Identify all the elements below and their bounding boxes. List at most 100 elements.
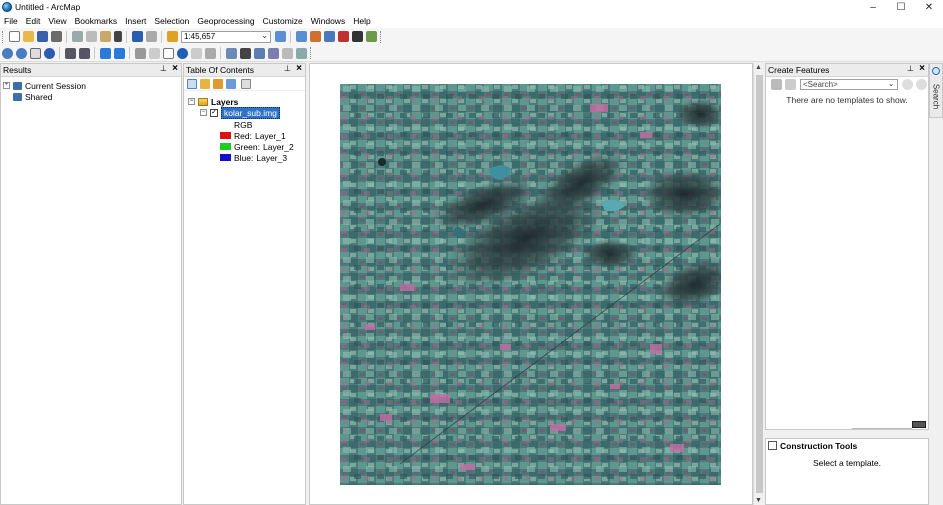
chevron-down-icon[interactable]: ⌄ [261, 31, 268, 40]
select-features-icon[interactable] [134, 47, 146, 59]
close-button[interactable]: ✕ [915, 0, 943, 14]
delete-icon[interactable] [113, 31, 122, 42]
map-display[interactable] [309, 63, 753, 505]
search-window-icon[interactable] [323, 31, 335, 42]
pin-icon[interactable]: ⊥ [160, 64, 167, 73]
menu-help[interactable]: Help [349, 16, 374, 26]
toc-options-icon[interactable] [241, 78, 251, 89]
view-mode-icon[interactable] [912, 421, 926, 428]
measure-icon[interactable] [225, 47, 237, 59]
forward-arrow-icon[interactable] [113, 47, 125, 59]
save-icon[interactable] [36, 31, 48, 42]
go-to-xy-icon[interactable] [267, 47, 279, 59]
undo-icon[interactable] [131, 31, 143, 42]
find-route-icon[interactable] [253, 47, 265, 59]
zoom-out-icon[interactable] [15, 47, 27, 59]
map-vertical-scrollbar[interactable]: ▲ ▼ [753, 63, 764, 505]
table-of-contents-icon[interactable] [295, 31, 307, 42]
search-side-tab[interactable]: Search [929, 63, 943, 118]
toc-band-red[interactable]: Red: Layer_1 [220, 130, 286, 141]
pan-icon[interactable] [29, 47, 41, 59]
menu-selection[interactable]: Selection [150, 16, 193, 26]
layer-name[interactable]: kolar_sub.img [221, 106, 280, 119]
toc-layers-group[interactable]: − Layers [188, 96, 238, 107]
full-extent-icon[interactable] [43, 47, 55, 59]
find-icon[interactable] [239, 47, 251, 59]
html-popup-icon[interactable] [190, 47, 202, 59]
list-by-drawing-order-icon[interactable] [187, 78, 197, 89]
pin-icon[interactable]: ⊥ [907, 64, 914, 73]
menu-file[interactable]: File [0, 16, 22, 26]
search-templates-icon[interactable] [901, 79, 913, 90]
fixed-zoom-in-icon[interactable] [64, 47, 76, 59]
clear-selection-icon[interactable] [148, 47, 160, 59]
collapse-icon[interactable]: − [200, 109, 207, 116]
close-icon[interactable]: × [296, 63, 302, 74]
menu-geoprocessing[interactable]: Geoprocessing [193, 16, 258, 26]
maximize-button[interactable]: ☐ [887, 0, 915, 14]
print-icon[interactable] [50, 31, 62, 42]
catalog-icon[interactable] [309, 31, 321, 42]
layer-visibility-checkbox[interactable]: ✓ [210, 108, 218, 117]
python-window-icon[interactable] [351, 31, 363, 42]
menu-edit[interactable]: Edit [22, 16, 45, 26]
list-by-selection-icon[interactable] [226, 78, 236, 89]
back-arrow-icon[interactable] [99, 47, 111, 59]
menu-bookmarks[interactable]: Bookmarks [71, 16, 122, 26]
toc-layer-kolar-sub[interactable]: − ✓ kolar_sub.img [200, 106, 280, 119]
panel-splitter[interactable] [852, 428, 912, 429]
scroll-down-icon[interactable]: ▼ [755, 497, 762, 504]
select-elements-arrow-icon[interactable] [162, 47, 174, 59]
new-document-icon[interactable] [8, 31, 20, 42]
expand-icon[interactable]: + [3, 82, 10, 89]
satellite-raster-image[interactable] [340, 84, 721, 485]
organize-templates-icon[interactable] [770, 79, 782, 90]
results-item-current-session[interactable]: + Current Session [3, 80, 86, 91]
blue-swatch[interactable] [220, 154, 231, 161]
template-search-box[interactable]: <Search> ⌄ [800, 79, 898, 90]
model-builder-icon[interactable] [365, 31, 377, 42]
fixed-zoom-out-icon[interactable] [78, 47, 90, 59]
identify-icon[interactable] [176, 47, 188, 59]
menu-customize[interactable]: Customize [259, 16, 307, 26]
hyperlink-icon[interactable] [204, 47, 216, 59]
pin-icon[interactable]: ⊥ [284, 64, 291, 73]
results-item-shared[interactable]: Shared [13, 91, 52, 102]
templates-view-icon[interactable] [784, 79, 796, 90]
close-icon[interactable]: × [172, 63, 178, 74]
add-data-icon[interactable] [166, 31, 178, 42]
red-swatch[interactable] [220, 132, 231, 139]
select-template-message: Select a template. [812, 458, 882, 468]
toolbar-grip[interactable] [2, 30, 5, 43]
open-folder-icon[interactable] [22, 31, 34, 42]
toolbar-grip[interactable] [310, 47, 313, 59]
redo-icon[interactable] [145, 31, 157, 42]
copy-icon[interactable] [85, 31, 97, 42]
chevron-down-icon[interactable]: ⌄ [888, 79, 895, 88]
time-slider-icon[interactable] [281, 47, 293, 59]
scrollbar-thumb[interactable] [756, 75, 763, 493]
green-swatch[interactable] [220, 143, 231, 150]
close-icon[interactable]: × [919, 63, 925, 74]
arcmap-app-icon [2, 2, 12, 12]
cut-icon[interactable] [71, 31, 83, 42]
toc-band-blue[interactable]: Blue: Layer_3 [220, 152, 287, 163]
scroll-up-icon[interactable]: ▲ [755, 64, 762, 71]
map-scale-combobox[interactable]: 1:45,657 ⌄ [181, 30, 271, 43]
menu-insert[interactable]: Insert [121, 16, 150, 26]
viewer-window-icon[interactable] [295, 47, 307, 59]
clear-search-icon[interactable] [915, 79, 927, 90]
arctoolbox-icon[interactable] [337, 31, 349, 42]
paste-icon[interactable] [99, 31, 111, 42]
menu-windows[interactable]: Windows [307, 16, 349, 26]
list-by-visibility-icon[interactable] [213, 78, 223, 89]
menu-view[interactable]: View [44, 16, 70, 26]
zoom-in-icon[interactable] [1, 47, 13, 59]
toolbar-grip[interactable] [380, 30, 383, 43]
list-by-source-icon[interactable] [200, 78, 210, 89]
minimize-button[interactable]: – [859, 0, 887, 14]
collapse-icon[interactable]: − [188, 98, 195, 105]
toc-band-green[interactable]: Green: Layer_2 [220, 141, 294, 152]
editor-toolbar-icon[interactable] [274, 31, 286, 42]
toc-rgb-label: RGB [234, 119, 252, 130]
